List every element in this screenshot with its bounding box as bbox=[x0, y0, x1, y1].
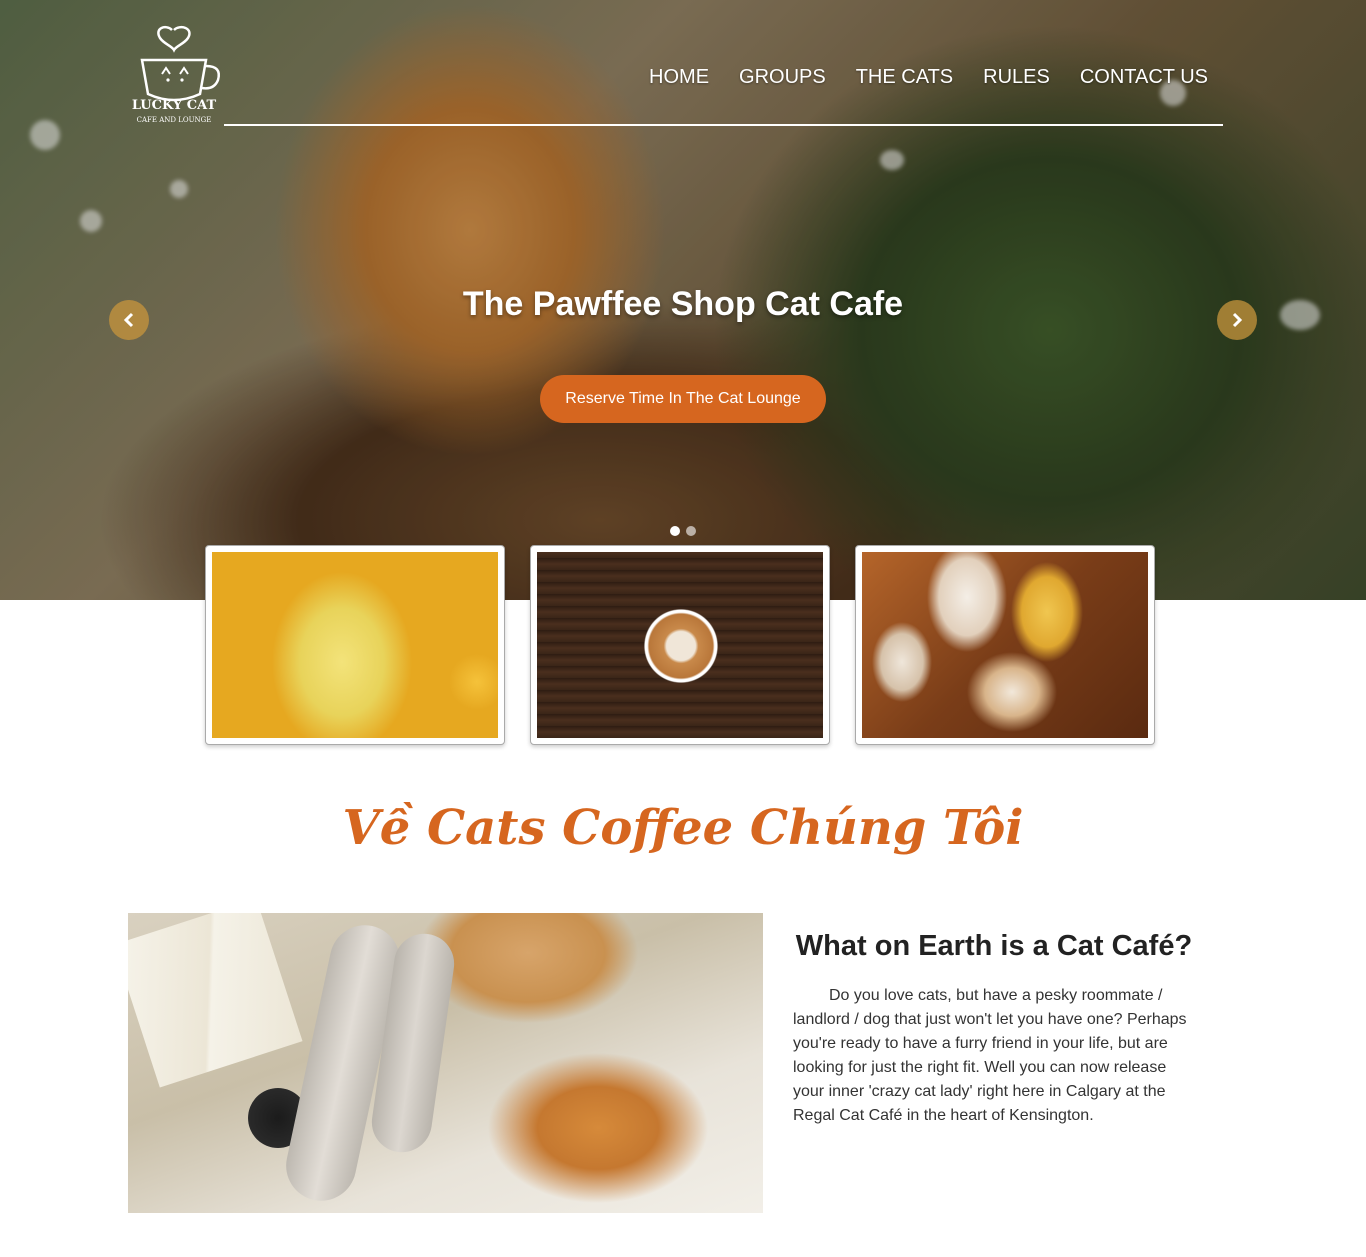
thumbnail-lemonade[interactable] bbox=[205, 545, 505, 745]
bokeh-light bbox=[880, 150, 904, 170]
nav-item-contact-us[interactable]: CONTACT US bbox=[1080, 60, 1208, 94]
nav-item-the-cats[interactable]: THE CATS bbox=[856, 60, 953, 94]
nav-item-home[interactable]: HOME bbox=[649, 60, 709, 94]
nav-item-groups[interactable]: GROUPS bbox=[739, 60, 826, 94]
main-nav: HOME GROUPS THE CATS RULES CONTACT US bbox=[224, 60, 1223, 126]
logo-brand: LUCKY CAT bbox=[131, 98, 217, 113]
nav-item-rules[interactable]: RULES bbox=[983, 60, 1050, 94]
latte-image bbox=[537, 552, 823, 738]
iced-coffee-image bbox=[862, 552, 1148, 738]
carousel-dot-2[interactable] bbox=[686, 526, 696, 536]
bokeh-light bbox=[80, 210, 102, 232]
coffee-cup-icon bbox=[140, 26, 220, 102]
cat-cafe-photo bbox=[128, 913, 763, 1213]
carousel-dot-1[interactable] bbox=[670, 526, 680, 536]
bokeh-light bbox=[170, 180, 188, 198]
carousel-indicators bbox=[670, 526, 696, 536]
about-paragraph: Do you love cats, but have a pesky roomm… bbox=[793, 987, 1187, 1124]
lemonade-image bbox=[212, 552, 498, 738]
thumbnail-iced-coffee[interactable] bbox=[855, 545, 1155, 745]
drink-thumbnails bbox=[205, 545, 1155, 745]
thumbnail-latte[interactable] bbox=[530, 545, 830, 745]
about-section-title: Về Cats Coffee Chúng Tôi bbox=[342, 800, 1024, 856]
reserve-button[interactable]: Reserve Time In The Cat Lounge bbox=[540, 375, 826, 423]
hero-title: The Pawffee Shop Cat Cafe bbox=[462, 285, 904, 323]
bokeh-light bbox=[30, 120, 60, 150]
about-heading: What on Earth is a Cat Café? bbox=[795, 930, 1193, 962]
site-logo[interactable]: LUCKY CAT CAFE AND LOUNGE bbox=[122, 24, 226, 128]
book-image bbox=[128, 913, 303, 1088]
hero-slider: LUCKY CAT CAFE AND LOUNGE HOME GROUPS TH… bbox=[0, 0, 1366, 600]
about-content: What on Earth is a Cat Café? Do you love… bbox=[793, 928, 1195, 1128]
logo-tagline: CAFE AND LOUNGE bbox=[136, 116, 212, 124]
